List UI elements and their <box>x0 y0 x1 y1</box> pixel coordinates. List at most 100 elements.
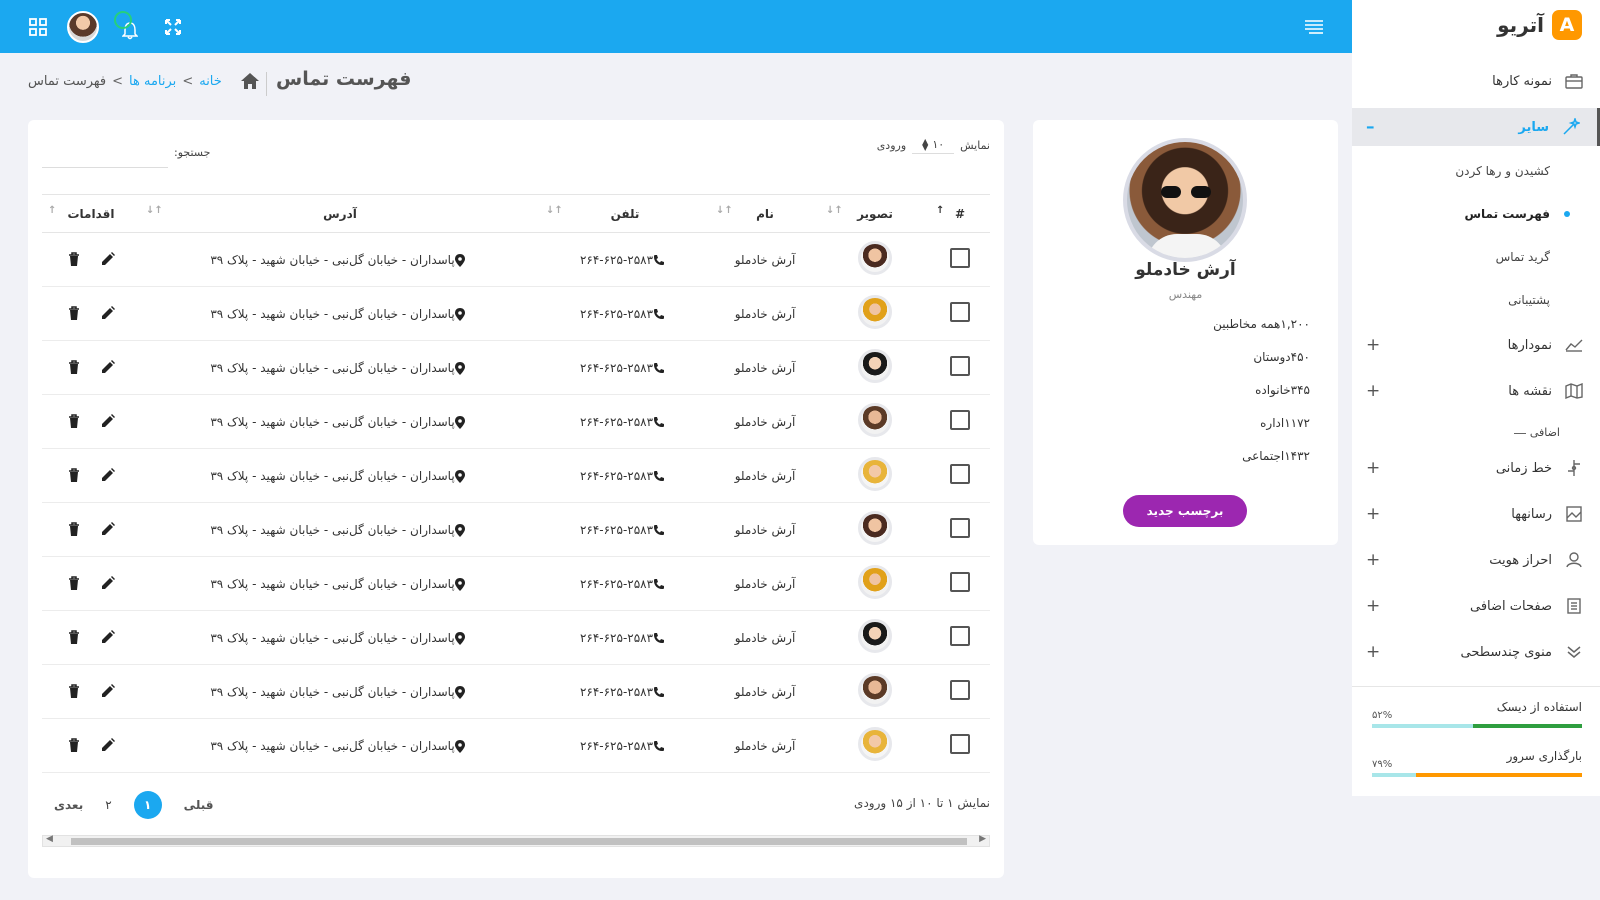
row-checkbox-cell <box>930 448 990 503</box>
edit-icon[interactable] <box>100 251 116 267</box>
meter-fill <box>1472 724 1582 728</box>
sidebar-item-other[interactable]: سایر – <box>1352 108 1600 146</box>
edit-icon[interactable] <box>100 521 116 537</box>
home-icon[interactable] <box>240 72 260 92</box>
stat-social[interactable]: ۱۴۳۲اجتماعی <box>1242 449 1310 463</box>
contact-phone: ۲۶۴-۶۲۵-۲۵۸۳ <box>579 522 654 537</box>
col-header-photo[interactable]: تصویر ↑↓ <box>820 194 930 233</box>
row-checkbox[interactable] <box>950 410 970 430</box>
col-header-num[interactable]: # ↑ <box>930 194 990 233</box>
avatar[interactable] <box>66 0 100 53</box>
col-header-name[interactable]: نام ↑↓ <box>710 194 820 233</box>
plus-icon[interactable]: + <box>1366 596 1380 616</box>
next-page-button[interactable]: بعدی <box>54 798 83 812</box>
trash-icon[interactable] <box>66 521 82 537</box>
collapse-icon[interactable]: – <box>1366 117 1375 137</box>
row-address-cell: پاسداران - خیابان گل‌نبی - خیابان شهید -… <box>140 286 540 341</box>
row-checkbox[interactable] <box>950 464 970 484</box>
sidebar-item-media[interactable]: رسانهها + <box>1352 495 1600 533</box>
trash-icon[interactable] <box>66 575 82 591</box>
scrollbar-thumb[interactable] <box>71 838 967 845</box>
plus-icon[interactable]: + <box>1366 335 1380 355</box>
stat-family[interactable]: ۳۴۵خانواده <box>1255 383 1310 397</box>
prev-page-button[interactable]: قبلی <box>184 798 214 812</box>
trash-icon[interactable] <box>66 359 82 375</box>
horizontal-scrollbar[interactable]: ◀ ▶ <box>42 834 990 847</box>
sidebar-item-multilevel[interactable]: منوی چندسطحی + <box>1352 633 1600 671</box>
plus-icon[interactable]: + <box>1366 504 1380 524</box>
trash-icon[interactable] <box>66 413 82 429</box>
scroll-left-icon[interactable]: ◀ <box>46 834 53 844</box>
col-header-phone[interactable]: تلفن ↑↓ <box>540 194 710 233</box>
edit-icon[interactable] <box>100 467 116 483</box>
disk-usage-meter: استفاده از دیسک ۵۲% <box>1372 700 1582 728</box>
edit-icon[interactable] <box>100 629 116 645</box>
row-address-cell: پاسداران - خیابان گل‌نبی - خیابان شهید -… <box>140 718 540 773</box>
grid-icon[interactable] <box>24 0 52 53</box>
scroll-right-icon[interactable]: ▶ <box>979 834 986 844</box>
bell-icon[interactable] <box>110 0 140 53</box>
row-checkbox[interactable] <box>950 302 970 322</box>
sidebar-label: نمونه کارها <box>1492 73 1552 89</box>
stat-friends[interactable]: ۴۵۰دوستان <box>1253 350 1310 364</box>
trash-icon[interactable] <box>66 737 82 753</box>
sidebar-sub-contact-list[interactable]: فهرست تماس <box>1352 196 1600 232</box>
avatar <box>858 403 892 437</box>
new-tag-button[interactable]: برچسب جدید <box>1123 495 1247 527</box>
edit-icon[interactable] <box>100 413 116 429</box>
plus-icon[interactable]: + <box>1366 642 1380 662</box>
search-input[interactable] <box>42 146 168 168</box>
row-checkbox[interactable] <box>950 734 970 754</box>
plus-icon[interactable]: + <box>1366 550 1380 570</box>
sort-icon: ↑↓ <box>716 205 733 216</box>
active-dot-icon <box>1564 211 1570 217</box>
avatar <box>858 565 892 599</box>
expand-icon[interactable] <box>158 0 188 53</box>
sidebar-sub-support[interactable]: پشتیبانی <box>1352 282 1600 318</box>
edit-icon[interactable] <box>100 683 116 699</box>
page-size-select[interactable]: ۱۰ ▲ ▼ <box>912 136 955 154</box>
page-1-button[interactable]: ۱ <box>133 791 162 819</box>
breadcrumb-home[interactable]: خانه <box>199 74 222 89</box>
avatar <box>858 241 892 275</box>
sidebar-item-timeline[interactable]: خط زمانی + <box>1352 449 1600 487</box>
trash-icon[interactable] <box>66 683 82 699</box>
row-name-cell: آرش خادملو <box>710 394 820 449</box>
page-2-button[interactable]: ۲ <box>105 798 111 812</box>
stat-office[interactable]: ۱۱۷۲اداره <box>1260 416 1310 430</box>
row-checkbox[interactable] <box>950 626 970 646</box>
edit-icon[interactable] <box>100 305 116 321</box>
row-checkbox[interactable] <box>950 680 970 700</box>
stat-all-contacts[interactable]: ۱,۲۰۰همه مخاطبین <box>1213 317 1310 331</box>
trash-icon[interactable] <box>66 251 82 267</box>
row-address-cell: پاسداران - خیابان گل‌نبی - خیابان شهید -… <box>140 340 540 395</box>
sidebar-sub-contact-grid[interactable]: گرید تماس <box>1352 239 1600 275</box>
row-checkbox[interactable] <box>950 518 970 538</box>
col-header-address[interactable]: آدرس ↑↓ <box>140 194 540 233</box>
trash-icon[interactable] <box>66 629 82 645</box>
row-checkbox[interactable] <box>950 572 970 592</box>
col-header-actions[interactable]: اقدامات ↑ <box>42 194 140 233</box>
row-actions-cell <box>42 394 140 449</box>
contact-name: آرش خادملو <box>734 576 796 591</box>
trash-icon[interactable] <box>66 305 82 321</box>
edit-icon[interactable] <box>100 575 116 591</box>
plus-icon[interactable]: + <box>1366 381 1380 401</box>
sidebar-item-maps[interactable]: نقشه ها + <box>1352 372 1600 410</box>
map-icon <box>1564 381 1584 401</box>
sidebar-item-extra-pages[interactable]: صفحات اضافی + <box>1352 587 1600 625</box>
sidebar-item-portfolio[interactable]: نمونه کارها <box>1352 62 1600 100</box>
row-checkbox[interactable] <box>950 356 970 376</box>
edit-icon[interactable] <box>100 359 116 375</box>
sidebar-item-charts[interactable]: نمودارها + <box>1352 326 1600 364</box>
brand[interactable]: A آتریو <box>1497 10 1582 40</box>
sidebar-sub-drag-drop[interactable]: کشیدن و رها کردن <box>1352 153 1600 189</box>
sort-icon: ↑ <box>936 205 945 216</box>
breadcrumb-apps[interactable]: برنامه ها <box>129 74 176 89</box>
row-checkbox[interactable] <box>950 248 970 268</box>
trash-icon[interactable] <box>66 467 82 483</box>
edit-icon[interactable] <box>100 737 116 753</box>
sidebar-item-auth[interactable]: احراز هویت + <box>1352 541 1600 579</box>
hamburger-icon[interactable] <box>1300 0 1328 53</box>
plus-icon[interactable]: + <box>1366 458 1380 478</box>
